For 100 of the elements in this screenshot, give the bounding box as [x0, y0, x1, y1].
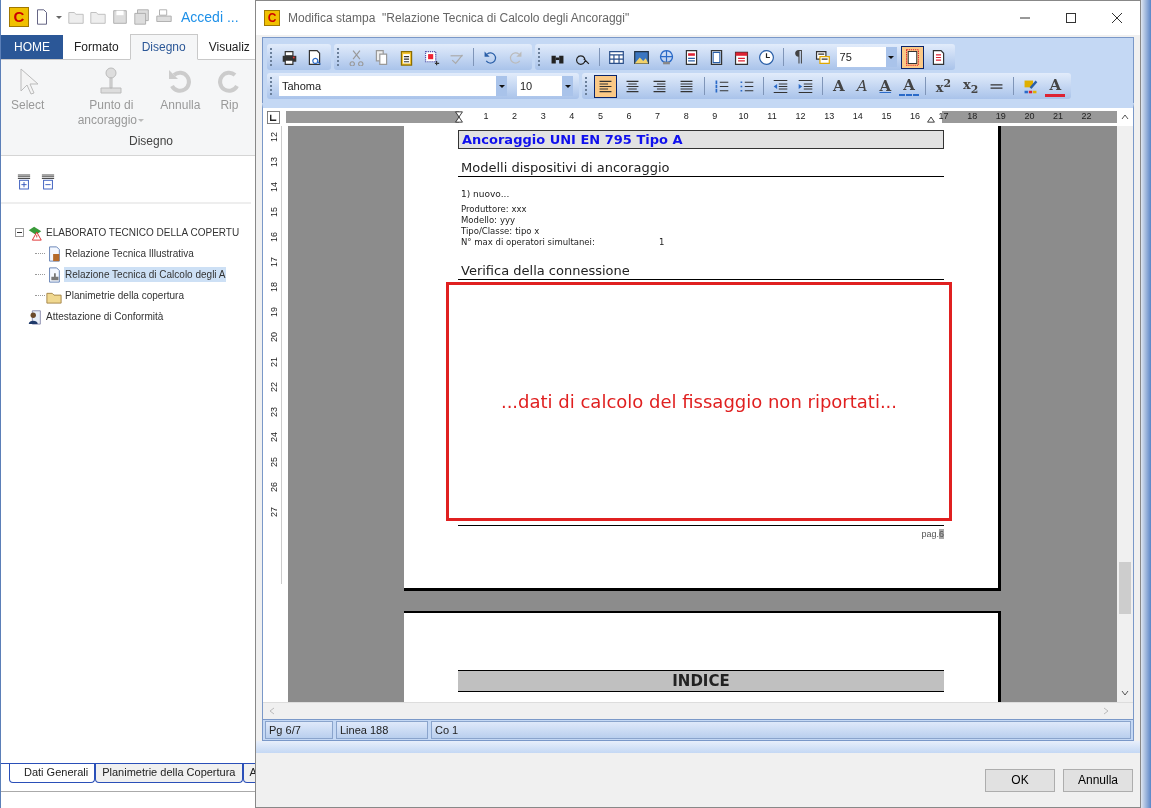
- ruler-number: 19: [995, 111, 1006, 122]
- dropdown-arrow-icon: [887, 53, 896, 61]
- field-value: tipo x: [515, 226, 540, 237]
- ruler-number: 26: [269, 481, 279, 493]
- scroll-down-icon[interactable]: [1120, 688, 1130, 698]
- super-button[interactable]: x$^{2}$: [931, 76, 956, 96]
- index-heading: INDICE: [458, 670, 944, 692]
- ruler-number: 4: [569, 111, 575, 122]
- ruler-number: 20: [1024, 111, 1035, 122]
- field-value: 1: [659, 237, 665, 248]
- pilcrow-button[interactable]: ¶: [790, 48, 808, 66]
- ruler-number: 13: [269, 156, 279, 168]
- tree-item[interactable]: Attestazione di Conformità: [45, 309, 165, 324]
- font-color-button[interactable]: A: [1045, 75, 1066, 97]
- indent-marker-icon[interactable]: [454, 111, 464, 123]
- ruler-number: 18: [269, 281, 279, 293]
- expand-all-icon[interactable]: [17, 174, 31, 190]
- ruler-number: 20: [269, 331, 279, 343]
- ruler-number: 27: [269, 506, 279, 518]
- dropdown-arrow-icon: [497, 82, 506, 90]
- vertical-scrollbar[interactable]: [1117, 126, 1133, 702]
- ruler-number: 16: [910, 111, 920, 122]
- ribbon-group-label: Disegno: [128, 134, 174, 148]
- sub-button[interactable]: x$_{2}$: [959, 76, 983, 96]
- ruler-number: 6: [626, 111, 632, 122]
- font-dropdown[interactable]: Tahoma: [279, 76, 507, 96]
- section-heading: Ancoraggio UNI EN 795 Tipo A: [458, 130, 944, 149]
- field-value: yyy: [499, 215, 516, 226]
- field-label: N° max di operatori simultanei:: [461, 237, 596, 248]
- page-label: pag.: [921, 529, 939, 539]
- ruler-number: 18: [967, 111, 978, 122]
- ribbon-tab[interactable]: Disegno: [129, 34, 198, 60]
- person-icon: [27, 308, 43, 325]
- ruler-number: 19: [269, 306, 279, 318]
- italic-button[interactable]: A: [852, 77, 872, 95]
- scrollbar-thumb[interactable]: [1119, 562, 1131, 614]
- document-icon: [46, 266, 62, 283]
- app-logo: C: [264, 10, 280, 26]
- ruler-number: 14: [269, 181, 279, 193]
- ruler-number: 2: [512, 111, 518, 122]
- ok-button[interactable]: OK: [985, 768, 1055, 792]
- field-value: xxx: [511, 204, 527, 215]
- close-icon[interactable]: [1111, 12, 1123, 24]
- field-label: Modello:: [461, 215, 497, 226]
- ruler-number: 25: [269, 456, 279, 468]
- ruler-number: 16: [269, 231, 279, 243]
- ruler-number: 8: [683, 111, 689, 122]
- bold-button[interactable]: A: [829, 77, 849, 95]
- ruler-number: 17: [269, 256, 279, 268]
- ruler-number: 22: [269, 381, 279, 393]
- underline-button[interactable]: A: [875, 77, 896, 95]
- tree-item[interactable]: Planimetrie della copertura: [64, 288, 185, 303]
- sheet-tab[interactable]: Dati Generali: [9, 764, 96, 783]
- field-label: Produttore:: [461, 204, 509, 215]
- notice-text: ...dati di calcolo del fissaggio non riportati...: [500, 391, 898, 412]
- ruler-number: 5: [597, 111, 603, 122]
- font-size-dropdown[interactable]: 10: [517, 76, 573, 96]
- ruler-number: 14: [852, 111, 863, 122]
- ruler-number: 3: [540, 111, 546, 122]
- app-logo: C: [9, 6, 29, 27]
- caret-icon: [137, 116, 146, 124]
- ruler-number: 12: [269, 131, 279, 143]
- scroll-up-icon[interactable]: [1120, 112, 1130, 122]
- ruler-number: 22: [1081, 111, 1092, 122]
- status-cell: Pg 6/7: [265, 721, 333, 739]
- ruler-number: 9: [712, 111, 718, 122]
- tree-item[interactable]: ELABORATO TECNICO DELLA COPERTU: [45, 225, 241, 240]
- window-title: Modifica stampa "Relazione Tecnica di Calcolo degli Ancoraggi": [288, 11, 631, 25]
- align-left-button[interactable]: [594, 74, 617, 98]
- ribbon-tab[interactable]: HOME: [1, 35, 63, 59]
- page-view-button[interactable]: [900, 45, 924, 69]
- collapse-toggle-icon[interactable]: [15, 228, 24, 237]
- sign-in-link[interactable]: Accedi ...: [181, 8, 239, 25]
- maximize-icon[interactable]: [1065, 12, 1077, 24]
- field-label: Tipo/Classe:: [461, 226, 513, 237]
- zoom-dropdown[interactable]: 75: [836, 47, 897, 67]
- ruler-number: 23: [269, 406, 279, 418]
- collapse-all-icon[interactable]: [41, 174, 55, 190]
- ruler-number: 21: [1053, 111, 1063, 122]
- tree-item[interactable]: Relazione Tecnica Illustrativa: [64, 246, 195, 261]
- tab-stop-icon[interactable]: [267, 110, 280, 124]
- document-icon: [46, 245, 62, 262]
- ribbon-tab[interactable]: Formato: [63, 35, 130, 59]
- dropdown-arrow-icon: [563, 82, 572, 90]
- tree-item[interactable]: Relazione Tecnica di Calcolo degli A: [64, 267, 227, 282]
- sheet-tab[interactable]: Planimetrie della Copertura: [95, 764, 243, 783]
- ruler-number: 13: [824, 111, 835, 122]
- ruler-number: 21: [269, 356, 279, 368]
- ruler-number: 7: [655, 111, 661, 122]
- page-view-icon: [903, 48, 921, 66]
- status-cell: Linea 188: [336, 721, 428, 739]
- cancel-button[interactable]: Annulla: [1063, 768, 1133, 792]
- item-title: 1) nuovo...: [460, 188, 511, 201]
- ruler-number: 12: [795, 111, 806, 122]
- status-cell: Co 1: [431, 721, 1131, 739]
- ruler-number: 15: [269, 206, 279, 218]
- ruler-number: 10: [738, 111, 749, 122]
- strike-button[interactable]: A: [899, 76, 919, 96]
- ruler-number: 1: [483, 111, 489, 122]
- ruler-number: 11: [767, 111, 777, 122]
